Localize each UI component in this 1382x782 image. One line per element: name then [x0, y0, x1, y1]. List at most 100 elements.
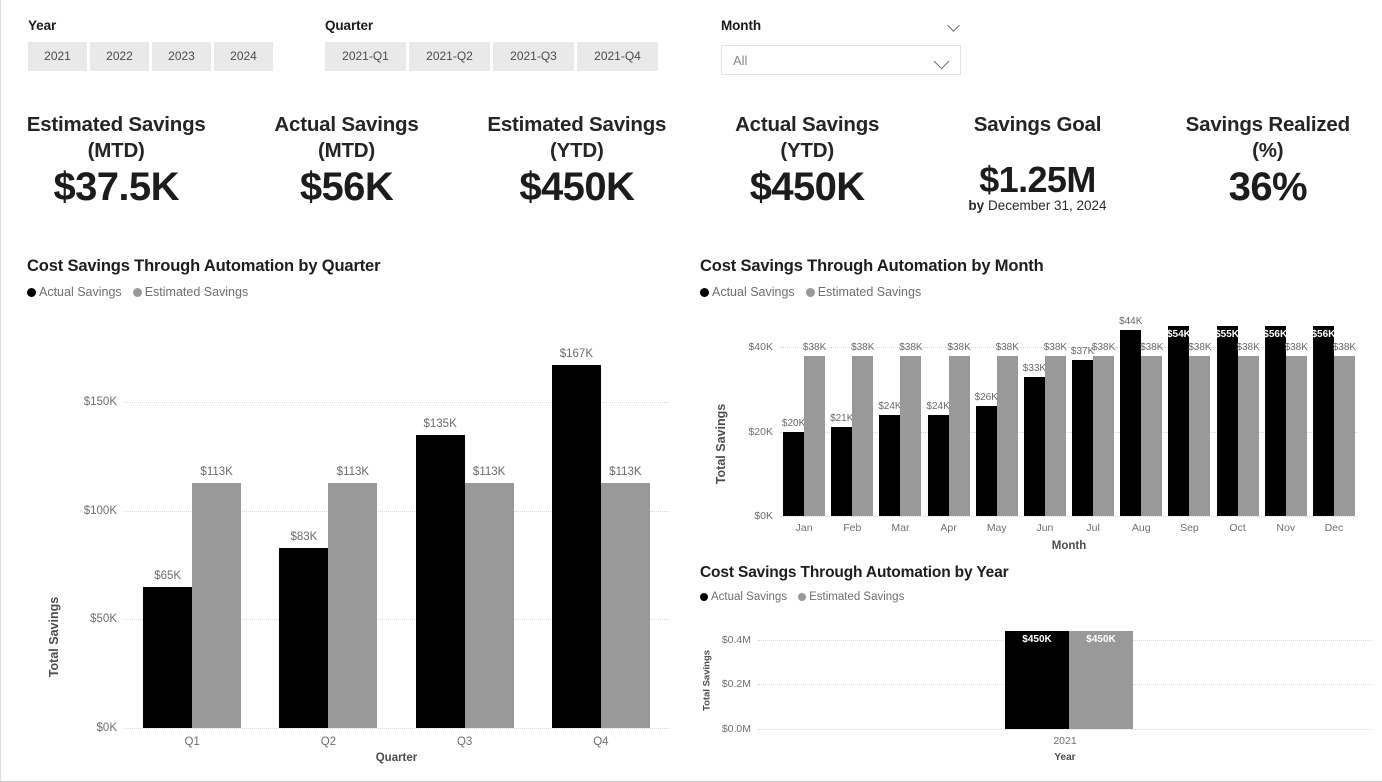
bar-actual-savings[interactable]: [1264, 326, 1286, 516]
year-option-2022[interactable]: 2022: [90, 42, 149, 71]
legend-item-actual[interactable]: Actual Savings: [27, 285, 122, 299]
kpi-title: Actual Savings: [735, 113, 880, 136]
bar-value-label: $450K: [1086, 634, 1116, 645]
y-axis-tick: $0K: [754, 510, 773, 522]
kpi-title: Savings Goal: [973, 113, 1102, 136]
bar-estimated-savings[interactable]: [948, 355, 970, 516]
legend-item-actual[interactable]: Actual Savings: [700, 591, 787, 603]
kpi-title: Actual Savings: [274, 113, 419, 136]
y-axis-tick: $100K: [83, 504, 117, 517]
bar-estimated-savings[interactable]: [328, 482, 378, 728]
bar-actual-savings[interactable]: [1312, 326, 1334, 516]
year-option-2023[interactable]: 2023: [152, 42, 211, 71]
bar-actual-savings[interactable]: [415, 434, 465, 728]
x-axis-tick: Q1: [184, 736, 200, 748]
x-axis-tick: Dec: [1324, 522, 1344, 534]
x-axis-tick: Mar: [891, 522, 910, 534]
bar-estimated-savings[interactable]: [852, 355, 874, 516]
kpi-note: by December 31, 2024: [922, 198, 1152, 213]
bar-estimated-savings[interactable]: [900, 355, 922, 516]
bar-actual-savings[interactable]: [1023, 376, 1045, 516]
bar-value-label: $38K: [1284, 341, 1308, 353]
chart-legend: Actual Savings Estimated Savings: [27, 285, 380, 299]
bar-estimated-savings[interactable]: [996, 355, 1018, 516]
month-dropdown[interactable]: All: [721, 45, 961, 75]
bar-estimated-savings[interactable]: [600, 482, 650, 728]
gridline: [758, 729, 1372, 730]
kpi-card-savings-goal: Savings Goal $1.25M by December 31, 2024: [922, 112, 1152, 240]
bar-actual-savings[interactable]: [879, 414, 901, 516]
y-axis-tick: $0.0M: [721, 723, 751, 735]
month-slicer-header[interactable]: Month: [721, 18, 961, 33]
kpi-card-actual-savings-mtd: Actual Savings (MTD) $56K: [231, 112, 461, 240]
bar-value-label: $167K: [559, 348, 593, 361]
kpi-value: $450K: [749, 165, 865, 209]
kpi-subtitle: (YTD): [780, 139, 834, 162]
quarter-option-2021-q3[interactable]: 2021-Q3: [493, 42, 574, 71]
bar-actual-savings[interactable]: [1120, 330, 1142, 516]
kpi-card-estimated-savings-mtd: Estimated Savings (MTD) $37.5K: [1, 112, 231, 240]
chevron-down-icon[interactable]: [948, 19, 961, 32]
bar-value-label: $113K: [609, 465, 642, 478]
bar-actual-savings[interactable]: [1072, 359, 1094, 516]
gridline: [780, 516, 1358, 517]
bar-estimated-savings[interactable]: [1069, 631, 1133, 729]
bar-value-label: $38K: [1236, 341, 1260, 353]
year-plot-area: $0.0M $0.2M $0.4M $450K $450K 2021: [722, 631, 1372, 747]
bar-actual-savings[interactable]: [143, 586, 193, 728]
chart-title: Cost Savings Through Automation by Year: [700, 564, 1009, 581]
x-axis-tick: Q3: [456, 736, 473, 748]
bar-actual-savings[interactable]: [783, 431, 805, 516]
bar-estimated-savings[interactable]: [1237, 355, 1259, 516]
kpi-card-estimated-savings-ytd: Estimated Savings (YTD) $450K: [462, 112, 692, 240]
bar-actual-savings[interactable]: [975, 406, 997, 516]
quarter-y-axis-title: Total Savings: [47, 596, 61, 678]
bar-actual-savings[interactable]: [551, 365, 601, 728]
x-axis-tick: Jan: [795, 522, 813, 534]
bar-actual-savings[interactable]: [1216, 326, 1238, 516]
legend-item-estimated[interactable]: Estimated Savings: [798, 591, 904, 603]
bar-actual-savings[interactable]: [1168, 326, 1190, 516]
chevron-down-icon[interactable]: [935, 53, 950, 68]
year-option-2024[interactable]: 2024: [214, 42, 273, 71]
legend-dot-actual-icon: [700, 593, 708, 601]
x-axis-tick: May: [986, 522, 1007, 534]
quarter-option-2021-q4[interactable]: 2021-Q4: [577, 42, 658, 71]
bar-estimated-savings[interactable]: [1189, 355, 1211, 516]
x-axis-tick: Q4: [593, 736, 609, 748]
legend-item-estimated[interactable]: Estimated Savings: [805, 285, 921, 299]
legend-item-estimated[interactable]: Estimated Savings: [132, 285, 248, 299]
bar-value-label: $38K: [1140, 341, 1164, 353]
chart-title: Cost Savings Through Automation by Quart…: [27, 257, 381, 275]
year-option-2021[interactable]: 2021: [28, 42, 87, 71]
legend-item-actual[interactable]: Actual Savings: [700, 285, 795, 299]
year-slicer: Year 2021 2022 2023 2024: [28, 18, 273, 71]
bar-estimated-savings[interactable]: [1285, 355, 1307, 516]
x-axis-tick: Sep: [1180, 522, 1199, 534]
kpi-subtitle: (MTD): [87, 139, 145, 162]
bar-estimated-savings[interactable]: [464, 482, 514, 728]
kpi-note-prefix: by: [968, 198, 985, 213]
kpi-value: $450K: [519, 165, 635, 209]
bar-value-label: $38K: [899, 341, 923, 353]
bar-estimated-savings[interactable]: [1093, 355, 1115, 516]
bar-estimated-savings[interactable]: [1141, 355, 1163, 516]
bar-actual-savings[interactable]: [1005, 631, 1069, 729]
quarter-option-2021-q2[interactable]: 2021-Q2: [409, 42, 490, 71]
kpi-note-text: December 31, 2024: [987, 198, 1107, 213]
y-axis-tick: $0.2M: [721, 678, 751, 691]
bar-actual-savings[interactable]: [279, 547, 329, 728]
year-x-axis-title: Year: [1054, 752, 1076, 763]
bar-estimated-savings[interactable]: [1333, 355, 1355, 516]
bar-actual-savings[interactable]: [927, 414, 949, 516]
bar-estimated-savings[interactable]: [804, 355, 826, 516]
quarter-slicer-label: Quarter: [325, 18, 374, 33]
year-chiclet-row: 2021 2022 2023 2024: [28, 42, 273, 71]
bar-estimated-savings[interactable]: [1044, 355, 1066, 516]
bar-actual-savings[interactable]: [831, 427, 853, 516]
kpi-card-savings-realized: Savings Realized (%) 36%: [1153, 112, 1382, 240]
quarter-chiclet-row: 2021-Q1 2021-Q2 2021-Q3 2021-Q4: [325, 42, 658, 71]
month-dropdown-value: All: [733, 52, 748, 68]
bar-estimated-savings[interactable]: [192, 482, 242, 728]
quarter-option-2021-q1[interactable]: 2021-Q1: [325, 42, 406, 71]
